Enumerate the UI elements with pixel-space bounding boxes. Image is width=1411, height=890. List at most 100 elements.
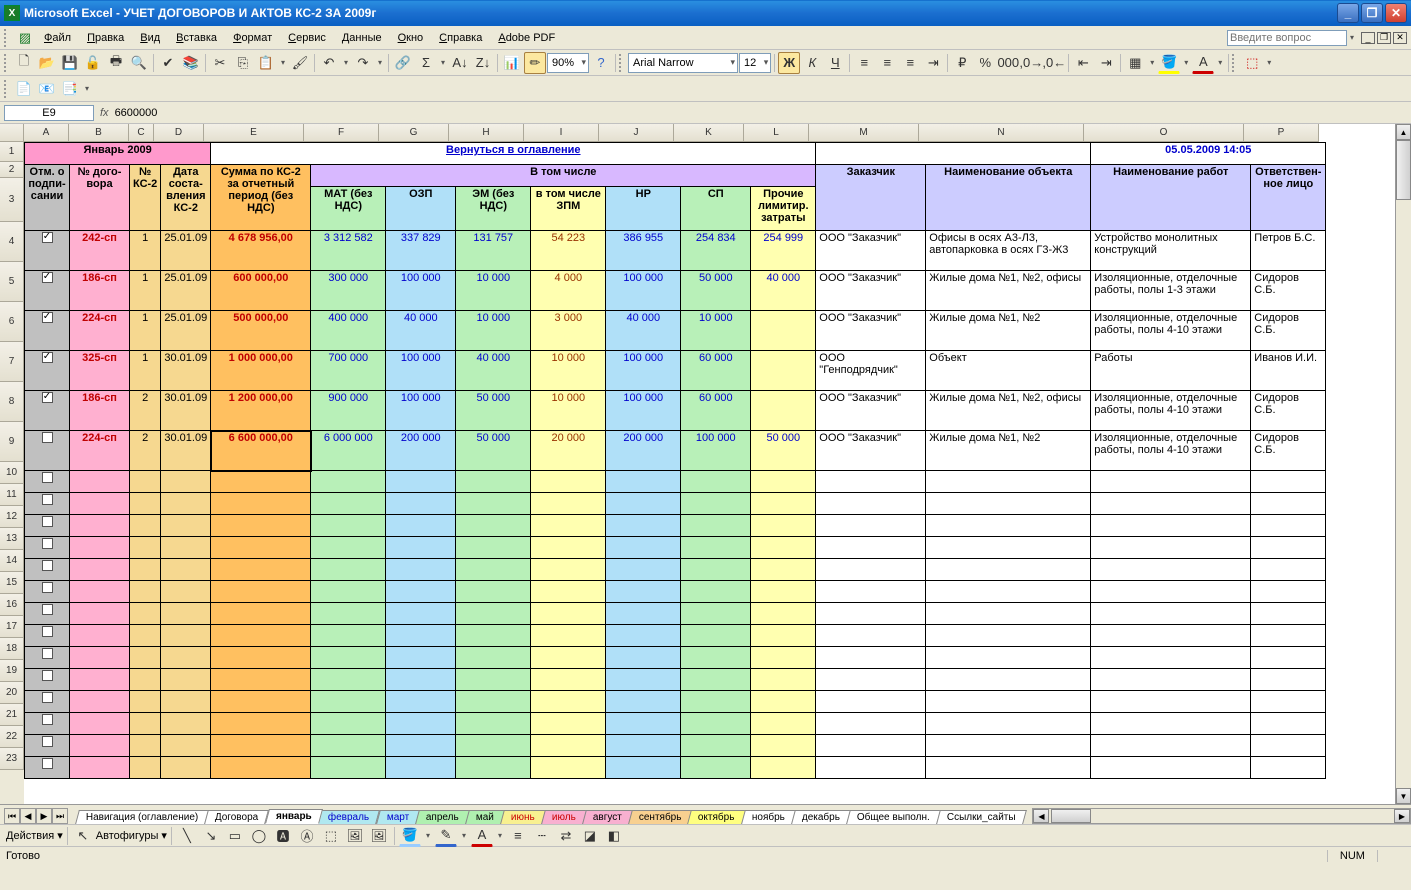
- cell[interactable]: [311, 713, 386, 735]
- signed-checkbox[interactable]: [42, 494, 53, 505]
- cell[interactable]: [751, 647, 816, 669]
- print-icon[interactable]: 🖶: [105, 52, 127, 74]
- cell[interactable]: [25, 271, 70, 311]
- cell[interactable]: [816, 713, 926, 735]
- cell[interactable]: [681, 735, 751, 757]
- inc-indent-icon[interactable]: ⇥: [1095, 52, 1117, 74]
- sheet-tab[interactable]: апрель: [415, 810, 470, 824]
- cell[interactable]: 60 000: [681, 391, 751, 431]
- cell[interactable]: 500 000,00: [211, 311, 311, 351]
- cell[interactable]: 131 757: [456, 231, 531, 271]
- cell[interactable]: [25, 515, 70, 537]
- dash-icon[interactable]: ┄: [531, 825, 553, 847]
- cell[interactable]: [606, 713, 681, 735]
- cell[interactable]: 54 223: [531, 231, 606, 271]
- line-weight-icon[interactable]: ≡: [507, 825, 529, 847]
- cell[interactable]: [1251, 471, 1326, 493]
- cell[interactable]: [816, 537, 926, 559]
- cell[interactable]: 100 000: [606, 271, 681, 311]
- cell[interactable]: ООО "Заказчик": [816, 311, 926, 351]
- cell[interactable]: [681, 471, 751, 493]
- col-header[interactable]: M: [809, 124, 919, 142]
- copy-icon[interactable]: ⎘: [232, 52, 254, 74]
- col-header[interactable]: F: [304, 124, 379, 142]
- thousand-icon[interactable]: 000: [997, 52, 1019, 74]
- rect-icon[interactable]: ▭: [224, 825, 246, 847]
- row-header[interactable]: 15: [0, 572, 24, 594]
- sheet-tab[interactable]: Договора: [204, 810, 269, 824]
- cell[interactable]: [161, 647, 211, 669]
- spell-icon[interactable]: ✔: [157, 52, 179, 74]
- scroll-up-icon[interactable]: ▲: [1396, 124, 1411, 140]
- cell[interactable]: [751, 625, 816, 647]
- cell[interactable]: [211, 647, 311, 669]
- cell[interactable]: [681, 669, 751, 691]
- cell[interactable]: Изоляционные, отделочные работы, полы 4-…: [1091, 431, 1251, 471]
- cell[interactable]: ООО "Генподрядчик": [816, 351, 926, 391]
- name-box[interactable]: E9: [4, 105, 94, 121]
- cell[interactable]: [816, 559, 926, 581]
- cell[interactable]: 25.01.09: [161, 271, 211, 311]
- cell[interactable]: [70, 537, 130, 559]
- align-center-icon[interactable]: ≡: [876, 52, 898, 74]
- cell[interactable]: Офисы в осях А3-Л3, автопарковка в осях …: [926, 231, 1091, 271]
- cell[interactable]: [386, 537, 456, 559]
- hyperlink-icon[interactable]: 🔗: [392, 52, 414, 74]
- cells-grid[interactable]: Январь 2009Вернуться в оглавление05.05.2…: [24, 142, 1326, 779]
- cell[interactable]: [161, 757, 211, 779]
- merge-icon[interactable]: ⇥: [922, 52, 944, 74]
- cell[interactable]: 242-сп: [70, 231, 130, 271]
- cell[interactable]: [386, 603, 456, 625]
- cell[interactable]: 10 000: [531, 391, 606, 431]
- cell[interactable]: 300 000: [311, 271, 386, 311]
- row-header[interactable]: 19: [0, 660, 24, 682]
- cell[interactable]: [1091, 515, 1251, 537]
- cell[interactable]: [531, 713, 606, 735]
- sheet-tab[interactable]: июль: [541, 810, 587, 824]
- cell[interactable]: [25, 691, 70, 713]
- cell[interactable]: [606, 559, 681, 581]
- grip-icon[interactable]: [4, 80, 10, 98]
- pdf-review-icon[interactable]: 📑: [59, 78, 81, 100]
- cell[interactable]: [751, 581, 816, 603]
- cell[interactable]: [531, 735, 606, 757]
- undo-icon[interactable]: ↶: [318, 52, 340, 74]
- cell[interactable]: [681, 713, 751, 735]
- cell[interactable]: [161, 691, 211, 713]
- dropdown-icon[interactable]: ▾: [1347, 33, 1357, 42]
- cell[interactable]: [161, 581, 211, 603]
- clipart-icon[interactable]: 🖼: [344, 825, 366, 847]
- sort-desc-icon[interactable]: Z↓: [472, 52, 494, 74]
- cell[interactable]: [606, 537, 681, 559]
- cell[interactable]: [456, 625, 531, 647]
- signed-checkbox[interactable]: [42, 516, 53, 527]
- cell[interactable]: [211, 691, 311, 713]
- cell[interactable]: В том числе: [311, 165, 816, 187]
- cell[interactable]: [1251, 515, 1326, 537]
- cell[interactable]: 1: [130, 351, 161, 391]
- signed-checkbox[interactable]: [42, 758, 53, 769]
- cell[interactable]: 4 000: [531, 271, 606, 311]
- sheet-tab[interactable]: Ссылки_сайты: [936, 810, 1026, 824]
- cell[interactable]: ООО "Заказчик": [816, 391, 926, 431]
- cell[interactable]: [161, 493, 211, 515]
- cell[interactable]: [926, 713, 1091, 735]
- sheet-tab[interactable]: март: [376, 810, 420, 824]
- cell[interactable]: [130, 603, 161, 625]
- cell[interactable]: [456, 537, 531, 559]
- cell[interactable]: № дого-вора: [70, 165, 130, 231]
- grip-icon[interactable]: [4, 29, 10, 47]
- cell[interactable]: [311, 515, 386, 537]
- menu-формат[interactable]: Формат: [225, 30, 280, 46]
- cell[interactable]: [1091, 559, 1251, 581]
- cell[interactable]: [531, 669, 606, 691]
- cell[interactable]: [386, 559, 456, 581]
- grip-icon[interactable]: [619, 54, 625, 72]
- horizontal-scrollbar[interactable]: ◀ ▶: [1032, 808, 1411, 824]
- cell[interactable]: 3 312 582: [311, 231, 386, 271]
- cell[interactable]: [311, 735, 386, 757]
- zoom-combo[interactable]: 90%: [547, 53, 589, 73]
- cell[interactable]: [161, 559, 211, 581]
- diagram-icon[interactable]: ⬚: [320, 825, 342, 847]
- cell[interactable]: [456, 691, 531, 713]
